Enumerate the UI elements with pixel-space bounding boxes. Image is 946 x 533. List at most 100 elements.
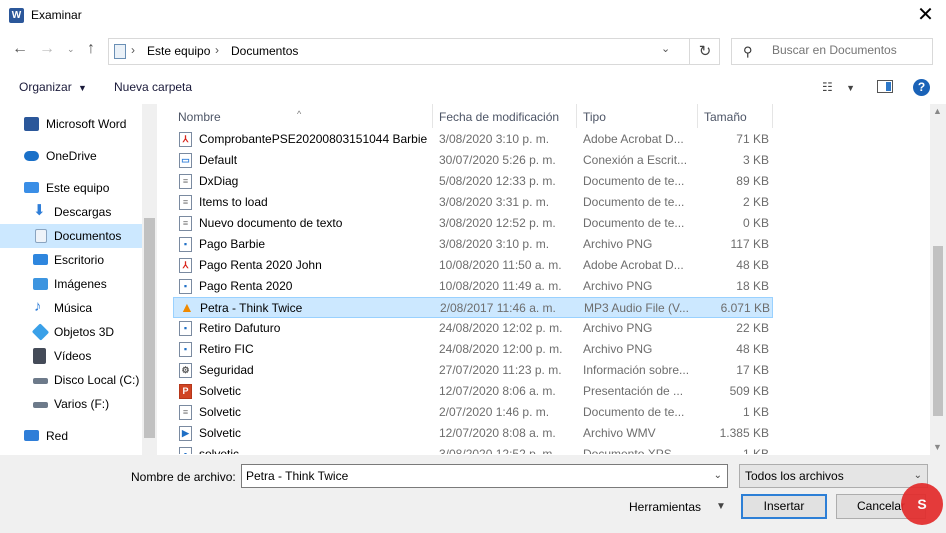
- column-header-type[interactable]: Tipo: [578, 104, 698, 128]
- sidebar-item-disco-local[interactable]: Disco Local (C:): [0, 368, 142, 392]
- file-row-selected[interactable]: ▲ Petra - Think Twice 2/08/2017 11:46 a.…: [173, 297, 773, 318]
- help-icon[interactable]: ?: [913, 79, 930, 96]
- sidebar-item-label: Escritorio: [54, 253, 105, 267]
- sidebar-item-escritorio[interactable]: Escritorio: [0, 248, 142, 272]
- file-list-scrollbar[interactable]: ▲ ▼: [930, 104, 946, 455]
- file-row[interactable]: ▪ solvetic 3/08/2020 12:52 p. m. Documen…: [173, 444, 773, 454]
- file-row[interactable]: ⚙ Seguridad 27/07/2020 11:23 p. m. Infor…: [173, 360, 773, 381]
- file-type-filter-select[interactable]: Todos los archivos ⌄: [739, 464, 928, 488]
- file-name: Pago Renta 2020 John: [199, 258, 322, 272]
- column-header-label: Nombre: [178, 110, 221, 124]
- documents-icon: [35, 229, 47, 243]
- organize-menu-button[interactable]: Organizar ▼: [19, 80, 87, 94]
- file-row[interactable]: ▪ Pago Renta 2020 10/08/2020 11:49 a. m.…: [173, 276, 773, 297]
- sidebar-item-label: Descargas: [54, 205, 112, 219]
- up-arrow-icon[interactable]: ↑: [87, 40, 95, 58]
- file-name: Items to load: [199, 195, 268, 209]
- file-type: Información sobre...: [583, 363, 690, 377]
- sidebar-item-objetos-3d[interactable]: Objetos 3D: [0, 320, 142, 344]
- column-header-name[interactable]: Nombre ^: [173, 104, 433, 128]
- desktop-icon: [33, 254, 48, 265]
- file-row[interactable]: ▪ Retiro FIC 24/08/2020 12:00 p. m. Arch…: [173, 339, 773, 360]
- sidebar-item-label: Documentos: [54, 229, 122, 243]
- file-row[interactable]: ⅄ Pago Renta 2020 John 10/08/2020 11:50 …: [173, 255, 773, 276]
- sidebar-item-microsoft-word[interactable]: Microsoft Word: [0, 112, 142, 136]
- preview-pane-icon[interactable]: [877, 80, 893, 93]
- sidebar-scrollbar-thumb[interactable]: [144, 218, 155, 438]
- sidebar-item-label: OneDrive: [46, 149, 97, 163]
- sidebar-item-onedrive[interactable]: OneDrive: [0, 144, 142, 168]
- chevron-down-icon[interactable]: ▼: [716, 501, 726, 512]
- dialog-footer: Nombre de archivo: Petra - Think Twice ⌄…: [0, 455, 946, 533]
- tools-menu-button[interactable]: Herramientas: [629, 500, 701, 514]
- address-bar[interactable]: › Este equipo › Documentos ⌄ ↻: [108, 38, 720, 65]
- file-date: 12/07/2020 8:06 a. m.: [439, 384, 556, 398]
- file-row[interactable]: ≡ DxDiag 5/08/2020 12:33 p. m. Documento…: [173, 171, 773, 192]
- filename-input[interactable]: Petra - Think Twice ⌄: [241, 464, 728, 488]
- file-size: 2 KB: [742, 195, 769, 209]
- scroll-up-icon[interactable]: ▲: [933, 106, 942, 116]
- sort-ascending-icon: ^: [297, 109, 302, 119]
- file-row[interactable]: P Solvetic 12/07/2020 8:06 a. m. Present…: [173, 381, 773, 402]
- sidebar-scrollbar[interactable]: [142, 104, 157, 455]
- sidebar-item-descargas[interactable]: ⬇ Descargas: [0, 200, 142, 224]
- file-row[interactable]: ≡ Solvetic 2/07/2020 1:46 p. m. Document…: [173, 402, 773, 423]
- file-row[interactable]: ▭ Default 30/07/2020 5:26 p. m. Conexión…: [173, 150, 773, 171]
- sidebar-item-red[interactable]: Red: [0, 424, 142, 448]
- text-file-icon: ≡: [179, 216, 192, 231]
- file-type: Archivo WMV: [583, 426, 656, 440]
- column-header-date[interactable]: Fecha de modificación: [434, 104, 577, 128]
- breadcrumb-este-equipo[interactable]: Este equipo: [147, 44, 210, 58]
- insert-button[interactable]: Insertar: [741, 494, 827, 519]
- column-header-size[interactable]: Tamaño: [699, 104, 773, 128]
- file-name: Solvetic: [199, 426, 242, 440]
- file-list-scrollbar-thumb[interactable]: [933, 246, 943, 416]
- cloud-icon: [24, 151, 39, 161]
- forward-arrow-icon[interactable]: →: [39, 40, 55, 58]
- pdf-icon: ⅄: [179, 258, 192, 273]
- search-input[interactable]: [772, 43, 922, 57]
- breadcrumb-documentos[interactable]: Documentos: [231, 44, 298, 58]
- file-row[interactable]: ▪ Pago Barbie 3/08/2020 3:10 p. m. Archi…: [173, 234, 773, 255]
- close-icon[interactable]: ✕: [905, 0, 946, 32]
- search-box[interactable]: ⚲: [731, 38, 933, 65]
- breadcrumb-separator-icon[interactable]: ›: [215, 43, 219, 57]
- file-row[interactable]: ⅄ ComprobantePSE20200803151044 Barbie 3/…: [173, 129, 773, 150]
- file-row[interactable]: ▶ Solvetic 12/07/2020 8:08 a. m. Archivo…: [173, 423, 773, 444]
- file-name: Nuevo documento de texto: [199, 216, 343, 230]
- image-file-icon: ▪: [179, 342, 192, 357]
- sidebar-item-documentos[interactable]: Documentos: [0, 224, 142, 248]
- address-history-chevron-icon[interactable]: ⌄: [661, 42, 670, 55]
- sidebar-item-musica[interactable]: ♪ Música: [0, 296, 142, 320]
- file-size: 89 KB: [736, 174, 769, 188]
- sidebar-item-label: Imágenes: [54, 277, 107, 291]
- file-size: 509 KB: [729, 384, 769, 398]
- file-size: 17 KB: [736, 363, 769, 377]
- breadcrumb-separator-icon[interactable]: ›: [131, 43, 135, 57]
- sidebar-item-label: Este equipo: [46, 181, 110, 195]
- file-date: 30/07/2020 5:26 p. m.: [439, 153, 556, 167]
- back-arrow-icon[interactable]: ←: [12, 40, 28, 58]
- view-options-button[interactable]: ☷ ▼: [822, 80, 855, 94]
- sidebar-item-varios[interactable]: Varios (F:): [0, 392, 142, 416]
- vlc-icon: ▲: [180, 301, 193, 315]
- image-file-icon: ▪: [179, 237, 192, 252]
- refresh-icon[interactable]: ↻: [689, 38, 720, 65]
- file-date: 10/08/2020 11:50 a. m.: [439, 258, 562, 272]
- file-row[interactable]: ▪ Retiro Dafuturo 24/08/2020 12:02 p. m.…: [173, 318, 773, 339]
- solvetic-logo: S: [901, 483, 943, 525]
- file-row[interactable]: ≡ Items to load 3/08/2020 3:31 p. m. Doc…: [173, 192, 773, 213]
- sidebar-item-imagenes[interactable]: Imágenes: [0, 272, 142, 296]
- sidebar-item-label: Red: [46, 429, 69, 443]
- chevron-down-icon[interactable]: ⌄: [714, 465, 722, 487]
- file-size: 22 KB: [736, 321, 769, 335]
- sidebar-item-este-equipo[interactable]: Este equipo: [0, 176, 142, 200]
- sidebar-item-label: Objetos 3D: [54, 325, 115, 339]
- file-row[interactable]: ≡ Nuevo documento de texto 3/08/2020 12:…: [173, 213, 773, 234]
- scroll-down-icon[interactable]: ▼: [933, 442, 942, 452]
- sidebar-item-videos[interactable]: Vídeos: [0, 344, 142, 368]
- recent-locations-chevron-icon[interactable]: ⌄: [67, 44, 75, 55]
- file-size: 48 KB: [736, 342, 769, 356]
- file-type: Documento de te...: [583, 195, 685, 209]
- new-folder-button[interactable]: Nueva carpeta: [114, 80, 192, 94]
